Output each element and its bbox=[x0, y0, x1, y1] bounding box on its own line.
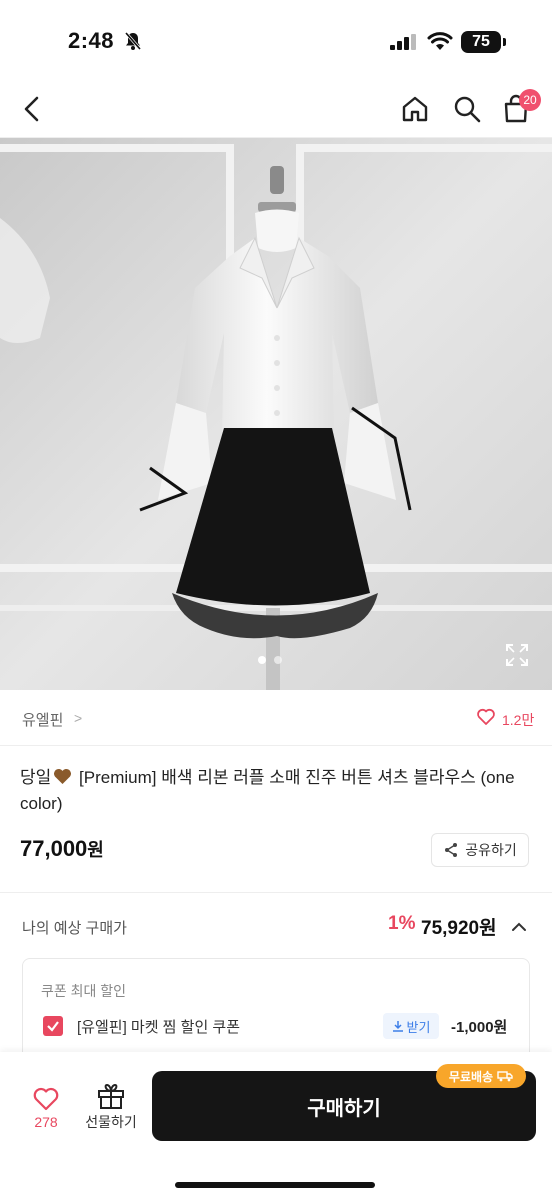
estimated-price-value: 75,920원 bbox=[421, 918, 497, 939]
silent-bell-icon bbox=[124, 32, 142, 50]
status-bar: 2:48 75 bbox=[0, 0, 552, 80]
check-icon bbox=[47, 1021, 59, 1032]
price-unit: 원 bbox=[87, 840, 104, 860]
cart-count-badge: 20 bbox=[519, 89, 541, 111]
price-value: 77,000 bbox=[20, 836, 88, 861]
signal-icon bbox=[390, 34, 416, 50]
shop-name-link[interactable]: 유엘핀 bbox=[22, 709, 63, 730]
wifi-icon bbox=[427, 32, 453, 50]
back-arrow-icon[interactable] bbox=[18, 92, 46, 126]
coupon-checkbox[interactable] bbox=[43, 1016, 63, 1036]
free-shipping-label: 무료배송 bbox=[448, 1069, 494, 1084]
share-icon bbox=[445, 843, 458, 857]
gift-icon[interactable] bbox=[96, 1082, 126, 1110]
home-icon[interactable] bbox=[400, 94, 430, 124]
estimated-discount-pct: 1% bbox=[388, 913, 416, 934]
heart-outline-icon[interactable] bbox=[476, 707, 496, 727]
home-indicator bbox=[175, 1182, 375, 1188]
coupon-name: [유엘핀] 마켓 찜 할인 쿠폰 bbox=[77, 1019, 241, 1036]
download-icon bbox=[392, 1021, 403, 1032]
title-main: [Premium] 배색 리본 러플 소매 진주 버튼 셔츠 블라우스 (one… bbox=[20, 768, 515, 813]
battery-indicator: 75 bbox=[461, 31, 501, 53]
estimated-price-label: 나의 예상 구매가 bbox=[22, 920, 127, 937]
chevron-up-icon[interactable] bbox=[510, 918, 528, 936]
coupon-get-label: 받기 bbox=[406, 1019, 431, 1035]
top-nav-bar: 20 bbox=[0, 80, 552, 138]
truck-icon bbox=[497, 1071, 513, 1082]
chevron-right-icon: > bbox=[74, 710, 83, 726]
battery-cap bbox=[503, 38, 506, 46]
bottom-action-bar: 278 선물하기 구매하기 무료배송 bbox=[0, 1052, 552, 1200]
share-label: 공유하기 bbox=[465, 842, 517, 858]
product-title: 당일 [Premium] 배색 리본 러플 소매 진주 버튼 셔츠 블라우스 (… bbox=[20, 765, 532, 817]
brown-heart-icon bbox=[54, 768, 72, 785]
gift-label[interactable]: 선물하기 bbox=[82, 1112, 140, 1132]
coupon-get-button[interactable]: 받기 bbox=[383, 1013, 439, 1039]
title-prefix: 당일 bbox=[20, 768, 52, 787]
pagination-dot-active bbox=[258, 656, 266, 664]
product-image[interactable] bbox=[0, 138, 552, 690]
coupon-amount: -1,000원 bbox=[451, 1019, 508, 1036]
status-time: 2:48 bbox=[68, 28, 115, 53]
shop-like-count: 1.2만 bbox=[502, 712, 535, 728]
wishlist-heart-icon[interactable] bbox=[32, 1086, 60, 1112]
product-price: 77,000원 bbox=[20, 836, 104, 862]
shop-row[interactable]: 유엘핀 > 1.2만 bbox=[0, 690, 552, 746]
image-pagination-dots bbox=[258, 656, 282, 664]
wishlist-count: 278 bbox=[34, 1114, 58, 1130]
expand-fullscreen-icon[interactable] bbox=[505, 643, 529, 667]
section-divider bbox=[0, 892, 552, 893]
share-button[interactable]: 공유하기 bbox=[431, 833, 529, 867]
search-icon[interactable] bbox=[452, 94, 482, 124]
pagination-dot bbox=[274, 656, 282, 664]
coupon-heading: 쿠폰 최대 할인 bbox=[41, 983, 127, 999]
product-photo-illustration bbox=[0, 138, 552, 690]
free-shipping-badge: 무료배송 bbox=[436, 1064, 526, 1088]
